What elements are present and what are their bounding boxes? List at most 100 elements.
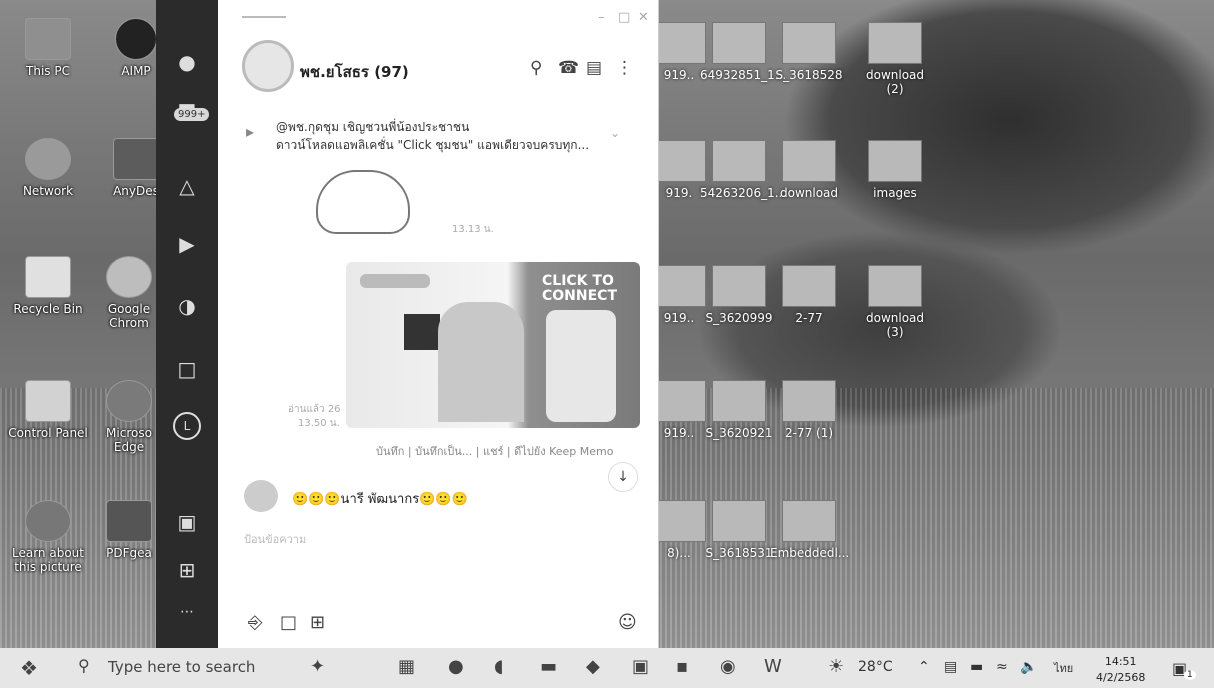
desktop-file-thumbnail[interactable]: S_3620999 (700, 265, 778, 325)
bookmark-icon[interactable]: □ (280, 612, 297, 633)
task-view-icon[interactable]: ▦ (398, 656, 415, 677)
windows-start-icon[interactable]: ❖ (20, 656, 38, 680)
minimize-icon[interactable]: – (598, 10, 605, 25)
sender-avatar[interactable] (244, 480, 278, 512)
file-thumbnail-label: S_3618531 (705, 546, 773, 560)
taskbar-search[interactable]: ⚲ Type here to search (70, 654, 320, 682)
taskbar: ❖ ⚲ Type here to search ✦ ▦ ● ◖ ▬ ◆ ▣ ▪ … (0, 648, 1214, 688)
sender-name: 🙂🙂🙂นารี พัฒนากร🙂🙂🙂 (292, 492, 468, 507)
notification-count: 1 (1184, 670, 1196, 680)
emoji-icon[interactable]: ☺ (618, 612, 637, 633)
chevron-down-icon[interactable]: ⌄ (610, 126, 620, 140)
desktop-icon-network[interactable]: Network (8, 138, 88, 198)
line-taskbar-icon[interactable]: ▪ (676, 656, 688, 677)
crop-icon[interactable]: ⊞ (173, 556, 201, 584)
person-icon[interactable]: ● (173, 48, 201, 76)
message-image-banner[interactable]: CLICK TO CONNECT (346, 262, 640, 428)
anydesk-icon (113, 138, 159, 180)
message-input[interactable]: ป้อนข้อความ (244, 530, 306, 548)
chat-title[interactable]: พช.ยโสธร (97) (300, 60, 409, 84)
message-actions[interactable]: บันทึก | บันทึกเป็น... | แชร์ | ดีไปยัง … (376, 442, 614, 460)
desktop-icon-this-pc[interactable]: This PC (8, 18, 88, 78)
read-receipt: อ่านแล้ว 26 (288, 404, 341, 415)
play-icon[interactable]: ▶ (173, 230, 201, 258)
file-explorer-icon[interactable]: ▬ (540, 656, 557, 677)
file-thumbnail-label: Embeddedl... (770, 546, 850, 560)
sparkle-icon[interactable]: ✦ (310, 656, 325, 677)
file-thumbnail-label: S_3620999 (705, 311, 773, 325)
device-icon[interactable]: ▤ (944, 659, 957, 675)
desktop-file-thumbnail[interactable]: Embeddedl... (770, 500, 850, 560)
file-thumbnail-label: 919.. (663, 426, 695, 440)
maximize-icon[interactable]: □ (618, 10, 630, 25)
desktop-icon-chrome[interactable]: Google Chrom (96, 256, 162, 330)
desktop-file-thumbnail[interactable]: download (2) (856, 22, 934, 96)
file-thumbnail-image (712, 22, 766, 64)
add-friend-icon[interactable]: △ (173, 172, 201, 200)
close-icon[interactable]: ✕ (638, 10, 649, 25)
taskbar-clock[interactable]: 14:51 4/2/2568 (1096, 654, 1145, 686)
file-thumbnail-label: download (779, 186, 839, 200)
desktop-file-thumbnail[interactable]: 2-77 (1) (770, 380, 848, 440)
desktop-icon-recycle-bin[interactable]: Recycle Bin (8, 256, 88, 316)
announcement-line-2: ดาวน์โหลดแอพลิเคชั่น "Click ชุมชน" แอพเด… (276, 138, 590, 152)
desktop-file-thumbnail[interactable]: S_3618528 (770, 22, 848, 82)
file-thumbnail-image (652, 140, 706, 182)
pin-icon[interactable] (242, 16, 286, 18)
logo-strip (360, 274, 430, 288)
word-icon[interactable]: W (764, 656, 782, 677)
attachment-icon[interactable]: ⎆ (248, 612, 262, 633)
speaker-icon[interactable]: 🔈 (1020, 659, 1037, 675)
line-side-rail: ● ■ 999+ △ ▶ ◑ □ L ▣ ⊞ ⋯ (156, 0, 218, 648)
menu-icon[interactable]: ⋮ (616, 58, 633, 78)
edge-taskbar-icon[interactable]: ◖ (494, 656, 503, 677)
file-thumbnail-image (868, 265, 922, 307)
desktop-file-thumbnail[interactable]: download (3) (856, 265, 934, 339)
more-icon[interactable]: ⋯ (173, 598, 201, 626)
control-panel-icon (25, 380, 71, 422)
desktop-icon-edge[interactable]: Microso Edge (96, 380, 162, 454)
file-thumbnail-label: images (873, 186, 917, 200)
desktop-file-thumbnail[interactable]: 54263206_1... (700, 140, 786, 200)
square-icon[interactable]: □ (173, 355, 201, 383)
notes-icon[interactable]: ▤ (586, 58, 602, 78)
window-titlebar[interactable]: – □ ✕ (218, 0, 658, 30)
desktop-icon-control-panel[interactable]: Control Panel (8, 380, 88, 440)
weather-icon[interactable]: ☀ (828, 656, 844, 677)
chrome-taskbar-icon[interactable]: ◉ (720, 656, 736, 677)
photos-icon[interactable]: ▣ (632, 656, 649, 677)
video-icon[interactable]: ▣ (173, 508, 201, 536)
input-language[interactable]: ไทย (1054, 659, 1073, 677)
chevron-up-icon[interactable]: ⌃ (918, 659, 930, 675)
desktop-icon-pdfgear[interactable]: PDFgea (96, 500, 162, 560)
pc-icon (25, 18, 71, 60)
pie-icon[interactable]: ◑ (173, 292, 201, 320)
group-avatar[interactable] (242, 40, 294, 92)
banner-headline: CLICK TO CONNECT (542, 273, 617, 304)
line-chat-window: – □ ✕ พช.ยโสธร (97) ⚲ ☎ ▤ ⋮ ▸ @พช.กุดชุม… (218, 0, 659, 648)
app-icon[interactable]: ◆ (586, 656, 600, 677)
desktop-file-thumbnail[interactable]: images (856, 140, 934, 200)
desktop-file-thumbnail[interactable]: 64932851_1... (700, 22, 786, 82)
file-thumbnail-image (782, 380, 836, 422)
call-icon[interactable]: ☎ (558, 58, 579, 78)
desktop-file-thumbnail[interactable]: download (770, 140, 848, 200)
presenter-image (438, 302, 524, 422)
sticker-image[interactable] (316, 170, 410, 234)
desktop-file-thumbnail[interactable]: 2-77 (770, 265, 848, 325)
app-icon[interactable]: ● (448, 656, 464, 677)
wifi-icon[interactable]: ≈ (996, 659, 1008, 675)
search-icon[interactable]: ⚲ (530, 58, 542, 78)
battery-icon[interactable]: ▬ (970, 659, 983, 675)
desktop-file-thumbnail[interactable]: S_3620921 (700, 380, 778, 440)
file-thumbnail-label: 919.. (663, 68, 695, 82)
desktop-icon-learn-about-picture[interactable]: Learn about this picture (8, 500, 88, 574)
desktop-file-thumbnail[interactable]: S_3618531 (700, 500, 778, 560)
file-thumbnail-image (652, 265, 706, 307)
file-thumbnail-image (868, 22, 922, 64)
crop-screenshot-icon[interactable]: ⊞ (310, 612, 325, 633)
file-thumbnail-image (652, 380, 706, 422)
line-icon[interactable]: L (173, 412, 201, 440)
temperature[interactable]: 28°C (858, 659, 893, 675)
scroll-down-button[interactable]: ↓ (608, 462, 638, 492)
